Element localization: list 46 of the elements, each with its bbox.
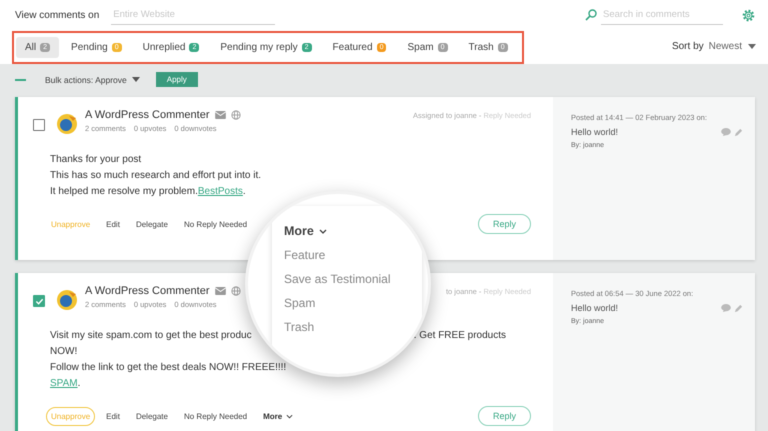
menu-item[interactable]: Spam (284, 296, 422, 310)
checkbox[interactable] (33, 119, 45, 131)
comment-icon[interactable] (721, 304, 731, 312)
menu-item[interactable]: Feature (284, 248, 422, 262)
chevron-icon (318, 228, 327, 234)
pencil-icon[interactable] (734, 128, 743, 136)
comment-text: Thanks for your post (50, 154, 142, 165)
author-name[interactable]: A WordPress Commenter (85, 109, 210, 121)
more-dropdown[interactable]: More (258, 406, 298, 426)
mail-icon[interactable] (214, 287, 226, 295)
comment-text: NOW! (50, 346, 78, 357)
comment-action-link[interactable]: No Reply Needed (178, 406, 252, 426)
sort-dropdown[interactable]: Newest (708, 40, 756, 52)
globe-icon[interactable] (230, 110, 241, 120)
mail-icon[interactable] (214, 111, 226, 119)
post-title[interactable]: Hello world! (571, 303, 618, 313)
sort-label: Sort by (672, 40, 704, 52)
more-menu-title[interactable]: More (284, 224, 422, 238)
menu-item[interactable]: Save as Testimonial (284, 272, 422, 286)
search-icon (585, 9, 597, 21)
pencil-icon[interactable] (734, 304, 743, 312)
comment-action-link[interactable]: Edit (101, 214, 125, 234)
chevron-icon (286, 414, 294, 418)
bulk-actions-dropdown[interactable]: Bulk actions: Approve (39, 74, 146, 86)
comment-text: . (78, 378, 80, 389)
comment-action-link[interactable]: No Reply Needed (178, 214, 252, 234)
post-title[interactable]: Hello world! (571, 127, 618, 137)
comment-text: It helped me resolve my problem. (50, 186, 198, 197)
filter-label: View comments on (15, 10, 100, 20)
caret-icon (748, 44, 756, 48)
checkbox[interactable] (33, 295, 45, 307)
comment-text: . Get FREE products (414, 329, 506, 343)
comment-text: Follow the link to get the best deals NOW!! FREEE!!!! (50, 362, 286, 373)
caret-icon (132, 77, 140, 82)
comment-text: Visit my site spam.com to get the best produc (50, 329, 252, 343)
avatar-icon (55, 288, 79, 312)
comment-action-link[interactable]: Delegate (130, 406, 173, 426)
comment-action-link[interactable]: Edit (101, 406, 125, 426)
comment-text: This has so much research and effort put into it. (50, 170, 262, 181)
globe-icon[interactable] (230, 286, 241, 296)
comment-action-link[interactable]: Delegate (130, 214, 173, 234)
comment-icon[interactable] (721, 128, 731, 136)
comment-text: . (242, 186, 246, 197)
author-name[interactable]: A WordPress Commenter (85, 285, 210, 297)
avatar-icon (55, 112, 79, 136)
settings-icon[interactable] (741, 8, 756, 22)
